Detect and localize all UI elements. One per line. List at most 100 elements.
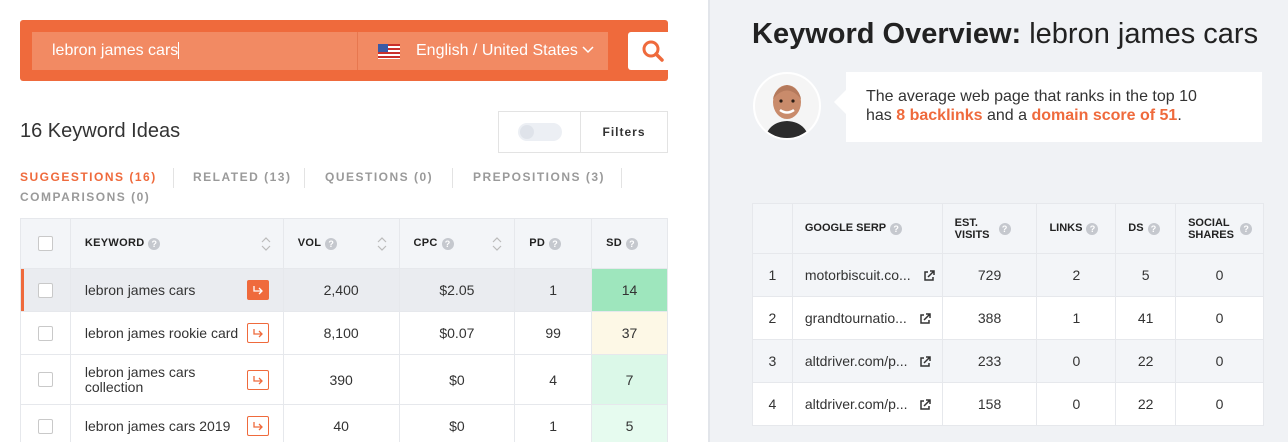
external-link-icon[interactable]: [919, 313, 931, 325]
links-cell[interactable]: 0: [1036, 339, 1117, 383]
visits-cell: 158: [941, 382, 1038, 426]
backlinks-insight-bubble: The average web page that ranks in the t…: [834, 72, 1262, 142]
cpc-column-header[interactable]: CPC?: [398, 218, 516, 269]
vol-column-header[interactable]: VOL?: [282, 218, 400, 269]
table-row: 2 grandtournatio... 388 1 41 0: [752, 296, 1264, 340]
keyword-ideas-panel: lebron james cars English / United State…: [0, 0, 708, 442]
language-label: English / United States: [416, 42, 578, 59]
help-icon[interactable]: ?: [890, 222, 903, 235]
vol-cell: 8,100: [282, 311, 400, 355]
row-checkbox[interactable]: [37, 282, 53, 298]
pd-cell: 1: [514, 268, 593, 312]
visits-column-header: EST. VISITS?: [941, 203, 1038, 254]
open-keyword-icon[interactable]: [246, 416, 269, 436]
tab-divider: [304, 168, 305, 188]
help-icon[interactable]: ?: [441, 237, 454, 250]
keyword-column-header[interactable]: KEYWORD?: [69, 218, 284, 269]
social-column-header: SOCIAL SHARES?: [1175, 203, 1264, 254]
row-checkbox[interactable]: [37, 418, 53, 434]
row-checkbox[interactable]: [37, 325, 53, 341]
keyword-ideas-title: 16 Keyword Ideas: [20, 120, 181, 142]
tab-divider: [452, 168, 453, 188]
serp-url-cell[interactable]: altdriver.com/p...: [791, 339, 943, 383]
social-cell: 0: [1175, 253, 1264, 297]
external-link-icon[interactable]: [919, 399, 932, 411]
serp-url-cell[interactable]: grandtournatio...: [791, 296, 943, 340]
rank-cell: 3: [752, 339, 793, 383]
pd-cell: 99: [514, 311, 593, 355]
toggle-container: [498, 111, 580, 153]
search-button[interactable]: [628, 32, 677, 70]
keyword-cell: lebron james cars collection: [69, 354, 284, 405]
avatar: [753, 72, 821, 140]
social-cell: 0: [1175, 382, 1264, 426]
vol-cell: 390: [282, 354, 400, 405]
tab-comparisons[interactable]: COMPARISONS (0): [20, 188, 150, 208]
search-input[interactable]: lebron james cars: [32, 32, 357, 70]
links-cell[interactable]: 2: [1036, 253, 1117, 297]
external-link-icon[interactable]: [923, 270, 935, 282]
sort-icon[interactable]: [492, 236, 502, 252]
links-cell[interactable]: 0: [1036, 382, 1117, 426]
help-icon[interactable]: ?: [998, 222, 1011, 235]
table-row[interactable]: lebron james cars 2,400 $2.05 1 14: [20, 268, 668, 312]
help-icon[interactable]: ?: [148, 237, 161, 250]
help-icon[interactable]: ?: [1240, 222, 1253, 235]
open-keyword-icon[interactable]: [246, 280, 269, 300]
tab-divider: [621, 168, 622, 188]
help-icon[interactable]: ?: [325, 237, 338, 250]
help-icon[interactable]: ?: [1086, 222, 1099, 235]
help-icon[interactable]: ?: [549, 237, 562, 250]
vol-cell: 2,400: [282, 268, 400, 312]
row-select-cell: [20, 268, 71, 312]
pd-column-header[interactable]: PD?: [514, 218, 593, 269]
language-select[interactable]: English / United States: [357, 32, 608, 70]
table-row[interactable]: lebron james cars collection 390 $0 4 7: [20, 354, 668, 405]
links-cell[interactable]: 1: [1036, 296, 1117, 340]
table-row[interactable]: lebron james rookie card 8,100 $0.07 99 …: [20, 311, 668, 355]
sd-column-header[interactable]: SD?: [591, 218, 668, 269]
us-flag-icon: [378, 43, 400, 59]
tab-prepositions[interactable]: PREPOSITIONS (3): [473, 168, 605, 188]
keyword-cell: lebron james cars: [69, 268, 284, 312]
sd-cell: 5: [591, 404, 668, 442]
open-keyword-icon[interactable]: [246, 323, 269, 343]
view-toggle[interactable]: [517, 123, 562, 141]
links-column-header: LINKS?: [1036, 203, 1117, 254]
select-all-checkbox[interactable]: [37, 236, 53, 251]
keyword-overview-panel: Keyword Overview: lebron james cars The …: [708, 0, 1288, 442]
ds-cell: 22: [1115, 382, 1177, 426]
ds-column-header: DS?: [1115, 203, 1177, 254]
rank-cell: 2: [752, 296, 793, 340]
serp-url-cell[interactable]: altdriver.com/p...: [791, 382, 943, 426]
table-row[interactable]: lebron james cars 2019 40 $0 1 5: [20, 404, 668, 442]
tab-related[interactable]: RELATED (13): [193, 168, 291, 188]
table-row: 1 motorbiscuit.co... 729 2 5 0: [752, 253, 1264, 297]
sd-cell: 37: [591, 311, 668, 355]
cpc-cell: $0: [398, 354, 516, 405]
cpc-cell: $0: [398, 404, 516, 442]
filters-button[interactable]: Filters: [580, 111, 668, 153]
visits-cell: 729: [941, 253, 1038, 297]
pd-cell: 1: [514, 404, 593, 442]
serp-url-cell[interactable]: motorbiscuit.co...: [791, 253, 943, 297]
open-keyword-icon[interactable]: [246, 369, 269, 390]
help-icon[interactable]: ?: [626, 237, 638, 250]
help-icon[interactable]: ?: [1147, 222, 1160, 235]
table-row: 3 altdriver.com/p... 233 0 22 0: [752, 339, 1264, 383]
ds-cell: 41: [1115, 296, 1177, 340]
select-all-cell: [20, 218, 71, 269]
chevron-down-icon: [582, 43, 594, 57]
sd-cell: 7: [591, 354, 668, 405]
row-checkbox[interactable]: [37, 372, 53, 387]
ds-cell: 22: [1115, 339, 1177, 383]
sort-icon[interactable]: [261, 236, 271, 252]
row-select-cell: [20, 354, 71, 405]
table-header-row: KEYWORD? VOL? CPC? PD? SD?: [20, 218, 668, 269]
external-link-icon[interactable]: [919, 356, 932, 368]
table-header-row: GOOGLE SERP? EST. VISITS? LINKS? DS? SOC…: [752, 203, 1264, 254]
tab-questions[interactable]: QUESTIONS (0): [325, 168, 433, 188]
sort-icon[interactable]: [377, 236, 387, 252]
tab-suggestions[interactable]: SUGGESTIONS (16): [20, 168, 157, 188]
sd-cell: 14: [591, 268, 668, 312]
